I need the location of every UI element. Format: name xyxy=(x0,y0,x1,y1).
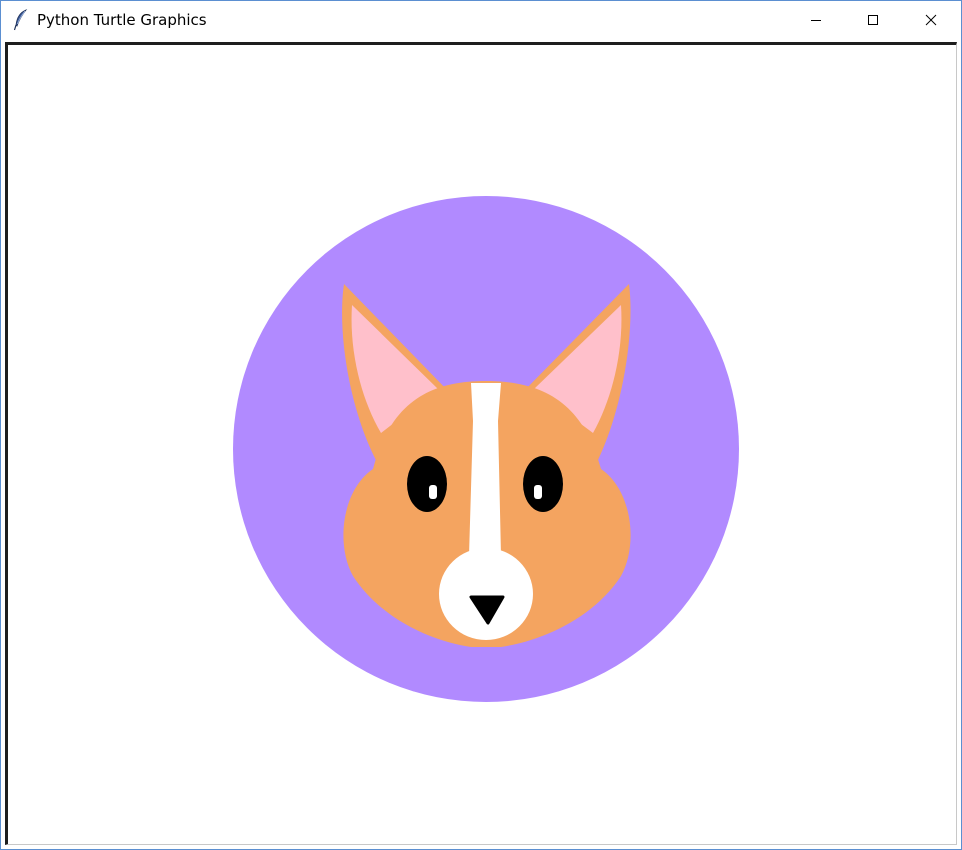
left-eye-highlight xyxy=(429,485,437,499)
muzzle xyxy=(439,548,533,640)
left-eye xyxy=(407,456,447,512)
feather-icon xyxy=(13,9,29,31)
turtle-window: Python Turtle Graphics xyxy=(0,0,962,850)
close-button[interactable] xyxy=(902,1,960,39)
close-icon xyxy=(925,14,937,26)
title-bar[interactable]: Python Turtle Graphics xyxy=(1,1,961,39)
minimize-button[interactable] xyxy=(787,1,845,39)
maximize-icon xyxy=(867,14,879,26)
window-title: Python Turtle Graphics xyxy=(37,11,207,29)
right-eye-highlight xyxy=(534,485,542,499)
minimize-icon xyxy=(810,14,822,26)
white-blaze xyxy=(469,383,501,556)
turtle-canvas[interactable] xyxy=(5,42,957,845)
maximize-button[interactable] xyxy=(844,1,902,39)
right-eye xyxy=(523,456,563,512)
corgi-drawing xyxy=(233,196,739,702)
